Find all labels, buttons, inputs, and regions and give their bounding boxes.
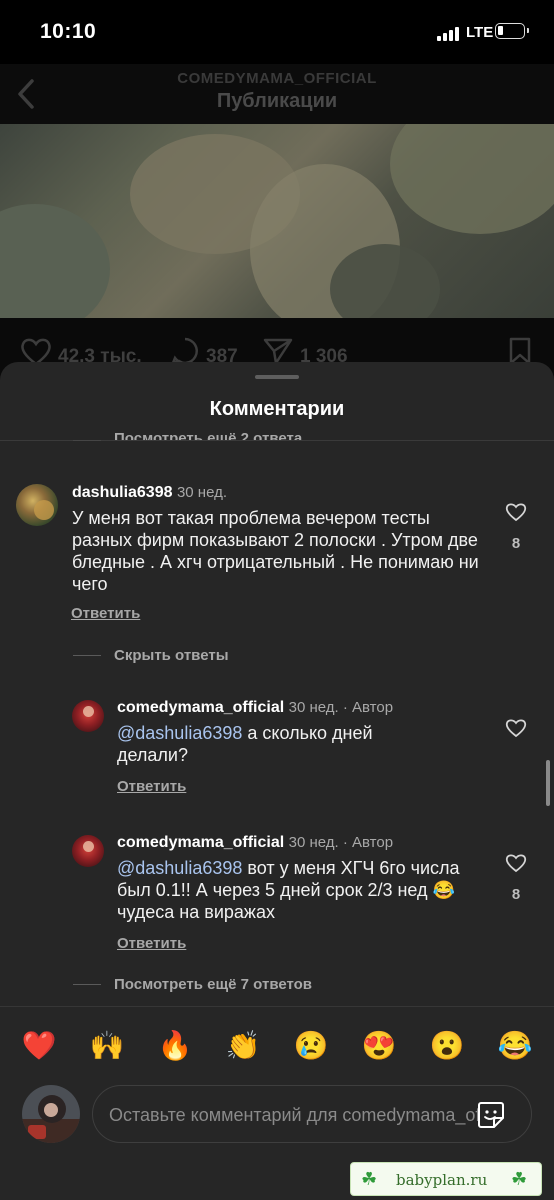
emoji-surprised[interactable]: 😮 [427,1028,467,1064]
emoji-heart-eyes[interactable]: 😍 [359,1028,399,1064]
reply-meta: 30 нед. · Автор [288,699,394,716]
reply-text: @dashulia6398 а сколько дней делали? [117,722,447,766]
signal-icon [437,27,459,41]
reply-username[interactable]: comedymama_official [117,699,284,716]
watermark: ☘ babyplan.ru ☘ [350,1162,542,1196]
current-user-avatar [22,1085,80,1143]
emoji-laughing[interactable]: 😂 [495,1028,535,1064]
drag-handle[interactable] [255,375,299,379]
reply-author[interactable]: comedymama_official 30 нед. · Автор [117,834,393,852]
view-more-replies[interactable]: Посмотреть ещё 7 ответов [114,976,312,993]
top-bar: COMEDYMAMA_OFFICIAL Публикации [0,64,554,124]
status-bar: 10:10 LTE [0,0,554,64]
page-title: Публикации [216,90,338,112]
like-heart-icon[interactable] [505,502,527,522]
avatar[interactable] [72,835,104,867]
reply-meta: 30 нед. · Автор [288,834,394,851]
emoji-raised-hands[interactable]: 🙌 [87,1028,127,1064]
reply-username[interactable]: comedymama_official [117,834,284,851]
comment-username[interactable]: dashulia6398 [72,484,173,501]
mention-link[interactable]: @dashulia6398 [117,858,242,878]
comment-input-placeholder: Оставьте комментарий для comedymama_offi… [109,1105,479,1125]
emoji-fire[interactable]: 🔥 [155,1028,195,1064]
like-heart-icon[interactable] [505,853,527,873]
reply-text: @dashulia6398 вот у меня ХГЧ 6го числа б… [117,857,462,923]
post-image [0,124,554,318]
emoji-heart[interactable]: ❤️ [19,1028,59,1064]
sticker-icon [478,1102,504,1128]
scrollbar[interactable] [546,760,550,806]
comment-input[interactable]: Оставьте комментарий для comedymama_offi… [92,1085,532,1143]
network-label: LTE [466,24,494,41]
emoji-bar: ❤️ 🙌 🔥 👏 😢 😍 😮 😂 [0,1028,554,1068]
comment-like-count: 8 [511,535,521,552]
header-username[interactable]: COMEDYMAMA_OFFICIAL [0,70,554,87]
avatar[interactable] [72,700,104,732]
comment-time: 30 нед. [176,484,228,501]
emoji-clap[interactable]: 👏 [223,1028,263,1064]
like-heart-icon[interactable] [505,718,527,738]
emoji-crying[interactable]: 😢 [291,1028,331,1064]
reply-button[interactable]: Ответить [117,778,186,795]
mention-link[interactable]: @dashulia6398 [117,723,242,743]
sticker-button[interactable] [476,1100,506,1135]
battery-icon [495,23,529,39]
comments-sheet: Комментарии Посмотреть ещё 2 ответа dash… [0,362,554,1200]
reply-button[interactable]: Ответить [117,935,186,952]
divider [0,1006,554,1007]
reply-author[interactable]: comedymama_official 30 нед. · Автор [117,699,393,717]
comment-author[interactable]: dashulia6398 30 нед. [72,484,227,502]
comment-text: У меня вот такая проблема вечером тесты … [72,508,479,594]
hide-replies-button[interactable]: Скрыть ответы [114,647,229,664]
watermark-text: babyplan.ru [396,1171,488,1189]
reply-like-count: 8 [511,886,521,903]
reply-button[interactable]: Ответить [71,605,140,622]
clover-icon: ☘ [511,1169,528,1189]
status-time: 10:10 [40,20,97,43]
clover-icon: ☘ [361,1169,378,1189]
sheet-title: Комментарии [209,398,345,420]
avatar[interactable] [16,484,58,526]
